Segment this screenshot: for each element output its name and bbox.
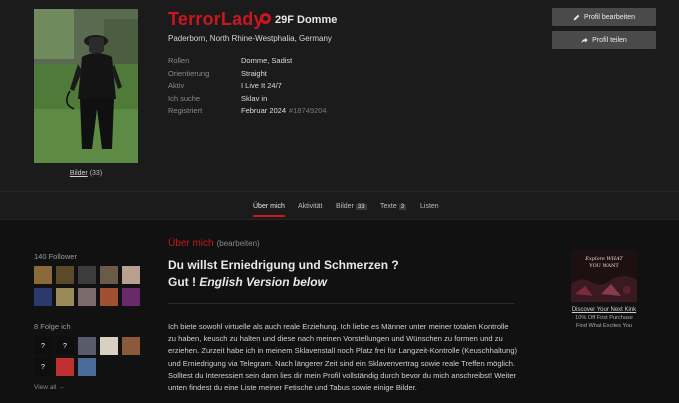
- ad-image[interactable]: Explore WHAT YOU WANT: [571, 250, 637, 302]
- location: Paderborn, North Rhine-Westphalia, Germa…: [168, 34, 332, 43]
- tab-lists[interactable]: Listen: [420, 203, 439, 210]
- following-avatar[interactable]: [122, 337, 140, 355]
- detail-label: Registriert: [168, 106, 203, 115]
- username[interactable]: TerrorLady: [168, 9, 264, 30]
- photos-link-label[interactable]: Bilder: [70, 170, 88, 177]
- detail-value: Februar 2024 #18749204: [241, 106, 327, 115]
- follower-avatar[interactable]: [56, 288, 74, 306]
- follower-avatar[interactable]: [122, 288, 140, 306]
- detail-label: Rollen: [168, 56, 190, 65]
- follower-avatar[interactable]: [122, 266, 140, 284]
- share-icon: [581, 37, 588, 43]
- about-subheadline: Gut ! English Version below: [168, 275, 327, 289]
- edit-profile-label: Profil bearbeiten: [584, 13, 635, 21]
- follower-avatar[interactable]: [56, 266, 74, 284]
- following-avatar[interactable]: [56, 358, 74, 376]
- registered-date: Februar 2024: [241, 106, 287, 115]
- divider: [168, 303, 514, 304]
- ad-image-text-1: Explore WHAT: [584, 256, 623, 262]
- follower-avatar[interactable]: [78, 288, 96, 306]
- follower-avatar[interactable]: [78, 266, 96, 284]
- photos-count: (33): [89, 170, 103, 177]
- profile-tabs: Über mich Aktivität Bilder 33 Texte 3 List…: [0, 191, 679, 220]
- about-headline: Du willst Erniedrigung und Schmerzen ?: [168, 258, 399, 272]
- about-title: Über mich: [168, 238, 214, 249]
- following-avatar-placeholder[interactable]: ?: [34, 358, 52, 376]
- follower-avatar[interactable]: [100, 288, 118, 306]
- ad-image-text-2: YOU WANT: [588, 263, 619, 269]
- member-id: #18749204: [289, 106, 327, 115]
- ad-title-link[interactable]: Discover Your Next Kink: [558, 307, 650, 313]
- subheadline-prefix: Gut !: [168, 275, 200, 289]
- detail-value: Domme, Sadist: [241, 56, 293, 65]
- about-body: Ich biete sowohl virtuelle als auch real…: [168, 322, 518, 393]
- follower-avatar[interactable]: [34, 266, 52, 284]
- follower-avatar[interactable]: [100, 266, 118, 284]
- edit-profile-button[interactable]: Profil bearbeiten: [552, 8, 656, 26]
- tab-activity[interactable]: Aktivität: [298, 203, 323, 210]
- following-avatar[interactable]: [78, 337, 96, 355]
- detail-value: Straight: [241, 68, 267, 78]
- detail-label: Ich suche: [168, 93, 201, 103]
- followers-title[interactable]: 140 Follower: [34, 252, 77, 261]
- view-all-link[interactable]: View all →: [34, 384, 65, 391]
- age-sex-role: 29F Domme: [275, 14, 338, 26]
- following-avatar-placeholder[interactable]: ?: [34, 337, 52, 355]
- following-avatar[interactable]: [100, 337, 118, 355]
- detail-label: Aktiv: [168, 81, 185, 90]
- detail-value: I Live It 24/7: [241, 81, 282, 90]
- following-avatar[interactable]: [78, 358, 96, 376]
- ad-line-3: Find What Excites You: [576, 323, 632, 329]
- tab-photos[interactable]: Bilder 33: [336, 203, 367, 210]
- verified-badge-icon: [260, 13, 271, 24]
- tab-photos-label: Bilder: [336, 203, 354, 210]
- tab-photos-count: 33: [355, 204, 367, 210]
- photos-link[interactable]: Bilder (33): [34, 170, 138, 177]
- about-heading: Über mich (bearbeiten): [168, 238, 260, 249]
- subheadline-italic: English Version below: [199, 275, 327, 289]
- ad-line-2: 10% Off First Purchase: [575, 315, 633, 321]
- edit-about-link[interactable]: (bearbeiten): [217, 239, 260, 248]
- tab-about[interactable]: Über mich: [253, 203, 285, 217]
- detail-value: Sklav in: [241, 93, 268, 103]
- share-profile-button[interactable]: Profil teilen: [552, 31, 656, 49]
- tab-texts-label: Texte: [380, 203, 397, 210]
- pencil-icon: [573, 14, 580, 20]
- tab-texts[interactable]: Texte 3: [380, 203, 407, 210]
- following-title[interactable]: 8 Folge ich: [34, 322, 71, 331]
- follower-avatar[interactable]: [34, 288, 52, 306]
- tab-texts-count: 3: [398, 204, 407, 210]
- detail-label: Orientierung: [168, 68, 210, 78]
- profile-photo[interactable]: [34, 9, 138, 163]
- share-profile-label: Profil teilen: [592, 36, 627, 44]
- following-avatar-placeholder[interactable]: ?: [56, 337, 74, 355]
